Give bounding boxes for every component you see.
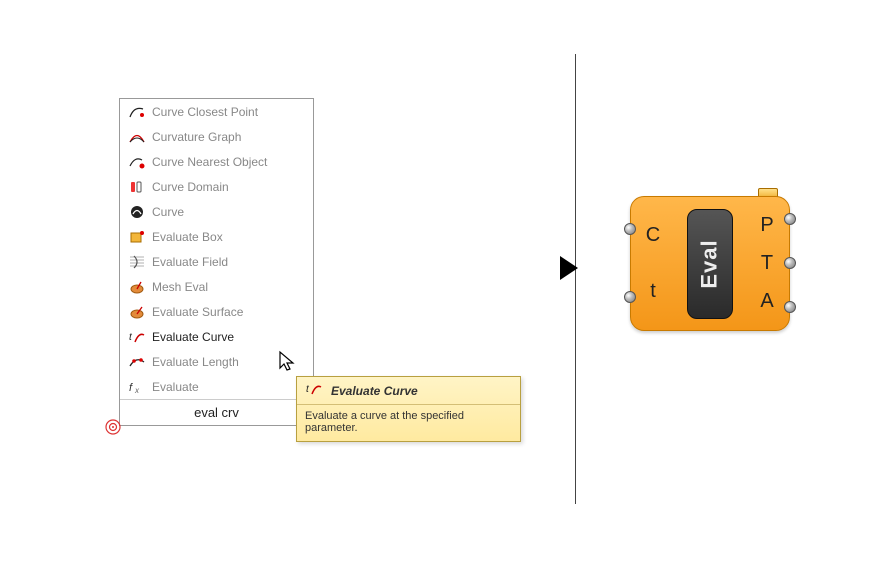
output-grip[interactable] [784,257,796,269]
output-grip[interactable] [784,213,796,225]
evaluate-icon: fx [126,378,148,396]
popup-item-label: Evaluate Field [152,255,228,269]
popup-item-curve-domain[interactable]: Curve Domain [120,174,313,199]
svg-text:t: t [306,384,310,395]
popup-item-curve-nearest-object[interactable]: Curve Nearest Object [120,149,313,174]
curve-closest-point-icon [126,103,148,121]
popup-item-evaluate[interactable]: fx Evaluate [120,374,313,399]
mesh-eval-icon [126,278,148,296]
popup-item-label: Evaluate Curve [152,330,234,344]
output-grip[interactable] [784,301,796,313]
component-center: Eval [675,197,745,330]
popup-item-mesh-eval[interactable]: Mesh Eval [120,274,313,299]
input-grip[interactable] [624,223,636,235]
svg-text:x: x [134,386,140,395]
popup-item-curve-closest-point[interactable]: Curve Closest Point [120,99,313,124]
popup-item-evaluate-curve[interactable]: t Evaluate Curve [120,324,313,349]
output-label-p[interactable]: P [760,214,773,237]
tooltip: t Evaluate Curve Evaluate a curve at the… [296,376,521,442]
popup-item-label: Curve Nearest Object [152,155,267,169]
evaluate-curve-icon: t [126,328,148,346]
popup-item-evaluate-surface[interactable]: Evaluate Surface [120,299,313,324]
popup-item-evaluate-box[interactable]: Evaluate Box [120,224,313,249]
tooltip-title: Evaluate Curve [331,384,418,398]
arrow-right-icon [560,256,578,280]
output-label-a[interactable]: A [760,290,773,313]
evaluate-surface-icon [126,303,148,321]
curve-icon [126,203,148,221]
popup-item-evaluate-length[interactable]: Evaluate Length [120,349,313,374]
input-grip[interactable] [624,291,636,303]
popup-item-label: Evaluate [152,380,199,394]
evaluate-length-icon [126,353,148,371]
output-label-t[interactable]: T [761,252,773,275]
evaluate-field-icon [126,253,148,271]
input-label-t[interactable]: t [650,280,656,303]
popup-item-label: Curve [152,205,184,219]
evaluate-curve-icon: t [305,381,323,400]
popup-item-label: Mesh Eval [152,280,208,294]
popup-item-label: Curve Closest Point [152,105,258,119]
curve-nearest-object-icon [126,153,148,171]
component-outputs: P T A [745,197,789,330]
component-search-popup: Curve Closest Point Curvature Graph Curv… [119,98,314,426]
component-search-input[interactable] [120,405,313,420]
svg-text:t: t [129,332,133,343]
popup-item-label: Curve Domain [152,180,229,194]
svg-text:f: f [129,382,133,394]
component-evaluate-curve[interactable]: C t Eval P T A [630,196,790,331]
evaluate-box-icon [126,228,148,246]
popup-item-label: Curvature Graph [152,130,241,144]
curvature-graph-icon [126,128,148,146]
component-inputs: C t [631,197,675,330]
popup-item-evaluate-field[interactable]: Evaluate Field [120,249,313,274]
popup-item-label: Evaluate Box [152,230,223,244]
popup-item-curve[interactable]: Curve [120,199,313,224]
popup-item-label: Evaluate Surface [152,305,243,319]
search-row [120,399,313,425]
popup-item-label: Evaluate Length [152,355,239,369]
tooltip-description: Evaluate a curve at the specified parame… [297,405,520,441]
component-name: Eval [697,239,723,288]
curve-domain-icon [126,178,148,196]
popup-item-curvature-graph[interactable]: Curvature Graph [120,124,313,149]
target-icon [104,418,122,441]
input-label-c[interactable]: C [646,224,660,247]
